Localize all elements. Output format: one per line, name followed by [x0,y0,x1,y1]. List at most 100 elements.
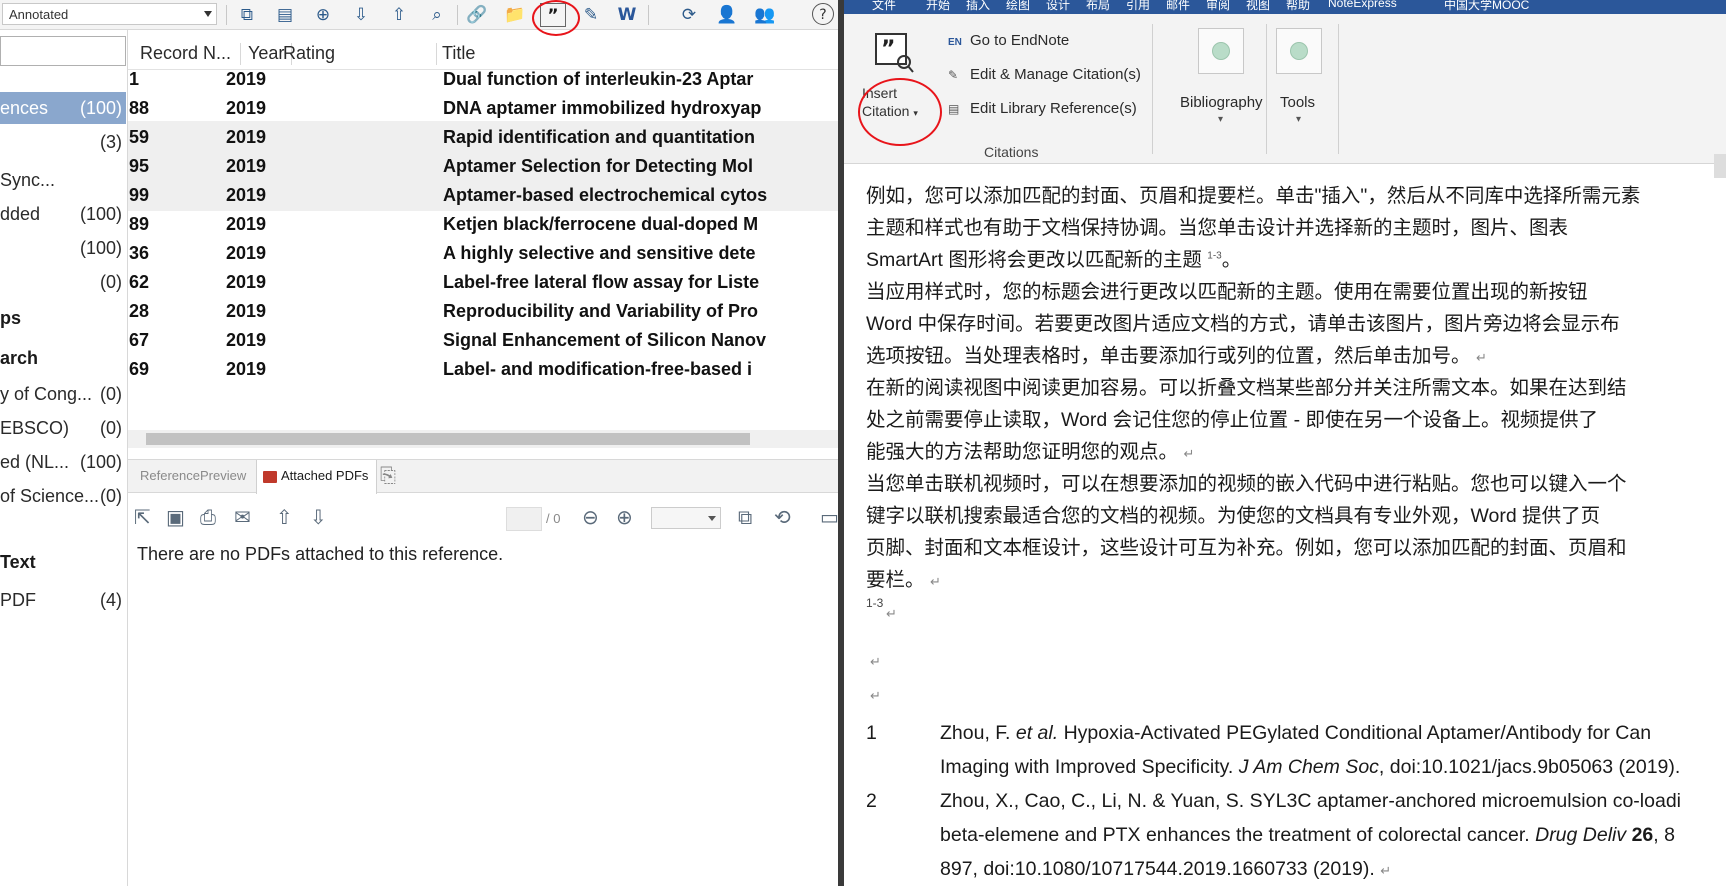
table-row[interactable]: 89 2019 Ketjen black/ferrocene dual-doped … [128,208,838,240]
menu-view[interactable]: 视图 [1246,0,1270,13]
save-icon[interactable]: ▣ [166,505,185,529]
column-header-year[interactable]: Year [248,43,284,64]
menu-review[interactable]: 审阅 [1206,0,1230,13]
scrollbar-thumb[interactable] [146,433,750,445]
sidebar-item-pubmed[interactable]: ed (NL... (100) [0,446,126,478]
document-body[interactable]: 例如，您可以添加匹配的封面、页眉和提要栏。单击"插入"，然后从不同库中选择所需元… [866,166,1726,886]
sidebar-item-label: ences [0,98,49,118]
chevron-down-icon[interactable] [708,516,716,521]
sidebar-item-trash[interactable]: (0) [0,266,126,298]
menu-file[interactable]: 文件 [872,0,896,13]
user-settings-icon[interactable]: 👥 [752,3,778,27]
menu-mailings[interactable]: 邮件 [1166,0,1190,13]
open-link-icon[interactable]: 🔗 [464,3,490,27]
reference-list: Record N... Year Rating Title 1 2019 Dual … [128,30,838,448]
copy-library-icon[interactable]: ⧉ [234,3,260,27]
zoom-in-icon[interactable]: ⊕ [616,505,633,529]
citation-marker[interactable]: 1-3 [866,596,883,610]
sidebar-heading-online-search[interactable]: arch [0,348,38,369]
edit-manage-citations-button[interactable]: ✎ Edit & Manage Citation(s) [948,66,1141,83]
citation-superscript[interactable]: 1-3 [1207,251,1221,262]
tools-label: Tools [1280,94,1316,111]
table-row[interactable]: 95 2019 Aptamer Selection for Detecting Mo… [128,150,838,182]
paragraph-mark: ↵ [870,688,881,703]
format-bibliography-icon[interactable]: ✎ [578,3,604,27]
page-up-icon[interactable]: ⇧ [276,505,293,529]
table-row[interactable]: 1 2019 Dual function of interleukin-23 Apt… [128,63,838,95]
sidebar-item-label: y of Cong... [0,384,93,404]
cell-year: 2019 [226,243,267,263]
cell-title: Signal Enhancement of Silicon Nanov [443,330,767,350]
zoom-out-icon[interactable]: ⊖ [582,505,599,529]
citations-group-label: Citations [984,144,1039,160]
chevron-down-icon[interactable] [204,11,212,17]
menu-noteexpress[interactable]: NoteExpress [1328,0,1397,10]
doc-paragraph: 要栏。 ↵ [866,563,1726,592]
cell-title: Dual function of interleukin-23 Aptar [443,69,754,89]
copy-page-icon[interactable]: ⧉ [738,505,752,529]
groups-search-input[interactable] [0,36,126,66]
paperclip-icon[interactable]: ⎘ [380,463,396,487]
cell-record: 88 [129,98,150,118]
horizontal-scrollbar[interactable] [128,430,838,448]
table-row[interactable]: 62 2019 Label-free lateral flow assay for … [128,266,838,298]
menu-design[interactable]: 设计 [1046,0,1070,13]
edit-library-reference-button[interactable]: ▤ Edit Library Reference(s) [948,100,1137,117]
new-reference-icon[interactable]: ▤ [272,3,298,27]
page-number-input[interactable] [506,507,542,531]
table-row[interactable]: 28 2019 Reproducibility and Variability of… [128,295,838,327]
online-search-icon[interactable]: ⊕ [310,3,336,27]
sync-icon[interactable]: ⟳ [676,3,702,27]
column-header-rating[interactable]: Rating [283,43,335,64]
column-divider[interactable] [240,43,241,65]
sidebar-item-pdf[interactable]: PDF (4) [0,584,126,616]
sidebar-item-sync[interactable]: Sync... [0,164,126,196]
column-header-title[interactable]: Title [442,43,475,64]
go-to-endnote-button[interactable]: EN Go to EndNote [948,32,1069,49]
sidebar-item-web-of-science[interactable]: of Science... (0) [0,480,126,512]
menu-help[interactable]: 帮助 [1286,0,1310,13]
sidebar-heading-find-full-text[interactable]: Text [0,552,36,573]
zoom-select[interactable] [651,507,721,529]
return-to-word-icon[interactable]: W [614,3,640,27]
sidebar-item-imported[interactable]: (3) [0,126,126,158]
page-down-icon[interactable]: ⇩ [310,505,327,529]
tab-reference[interactable]: Reference [140,468,200,483]
menu-layout[interactable]: 布局 [1086,0,1110,13]
cell-record: 69 [129,359,150,379]
sidebar-item-ebsco[interactable]: EBSCO) (0) [0,412,126,444]
table-row[interactable]: 67 2019 Signal Enhancement of Silicon Nano… [128,324,838,356]
menu-insert[interactable]: 插入 [966,0,990,13]
open-file-icon[interactable]: 📁 [502,3,528,27]
rotate-icon[interactable]: ⟲ [774,505,791,529]
paragraph-mark: ↵ [929,574,941,589]
export-icon[interactable]: ⇧ [386,3,412,27]
table-row[interactable]: 99 2019 Aptamer-based electrochemical cyto… [128,179,838,211]
share-user-icon[interactable]: 👤 [714,3,740,27]
sidebar-item-recently-added[interactable]: dded (100) [0,198,126,230]
email-icon[interactable]: ✉ [234,505,251,529]
sidebar-heading-groups[interactable]: ps [0,308,21,329]
column-header-record-number[interactable]: Record N... [140,43,231,64]
table-row[interactable]: 69 2019 Label- and modification-free-based… [128,353,838,385]
find-full-text-icon[interactable]: ⌕ [424,3,450,27]
sidebar-item-all-references[interactable]: ences (100) [0,92,126,124]
sidebar-item-unfiled[interactable]: (100) [0,232,126,264]
tab-attached-pdfs[interactable]: Attached PDFs [256,460,378,494]
table-row[interactable]: 88 2019 DNA aptamer immobilized hydroxyap [128,92,838,124]
menu-draw[interactable]: 绘图 [1006,0,1030,13]
output-style-select[interactable]: Annotated [2,3,217,25]
table-row[interactable]: 36 2019 A highly selective and sensitive d… [128,237,838,269]
table-row[interactable]: 59 2019 Rapid identification and quantitat… [128,121,838,153]
menu-home[interactable]: 开始 [926,0,950,13]
print-icon[interactable]: ⎙ [200,505,216,529]
sidebar-item-library-of-congress[interactable]: y of Cong... (0) [0,378,126,410]
menu-references[interactable]: 引用 [1126,0,1150,13]
open-external-icon[interactable]: ⇱ [134,505,151,529]
comment-icon[interactable]: ▭ [820,505,839,529]
help-icon[interactable]: ? [812,3,834,25]
cell-year: 2019 [226,214,267,234]
import-icon[interactable]: ⇩ [348,3,374,27]
column-divider[interactable] [436,43,437,65]
tab-preview[interactable]: Preview [200,468,246,483]
